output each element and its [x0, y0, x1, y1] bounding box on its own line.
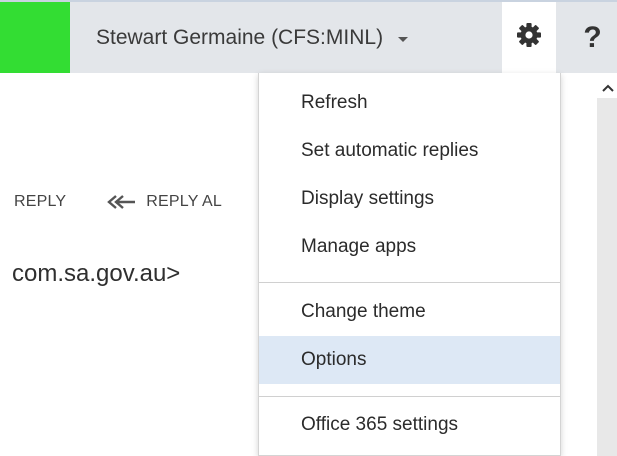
app-accent-block [0, 2, 70, 73]
menu-item-options[interactable]: Options [259, 336, 560, 384]
reply-actions-row: REPLY REPLY AL [14, 190, 222, 214]
scroll-up-arrow[interactable] [599, 78, 617, 98]
scrollbar-track[interactable] [597, 98, 617, 456]
menu-item-office-365-settings[interactable]: Office 365 settings [259, 401, 560, 449]
settings-dropdown-menu: Refresh Set automatic replies Display se… [258, 73, 561, 456]
gear-icon [515, 21, 543, 54]
top-header-bar: Stewart Germaine (CFS:MINL) ? [0, 2, 617, 73]
menu-item-manage-apps[interactable]: Manage apps [259, 223, 560, 271]
menu-item-refresh[interactable]: Refresh [259, 79, 560, 127]
reply-all-button[interactable]: REPLY AL [146, 193, 222, 211]
help-icon: ? [583, 20, 602, 54]
chevron-down-icon [397, 32, 409, 47]
user-name-label: Stewart Germaine (CFS:MINL) [96, 25, 384, 49]
help-button[interactable]: ? [568, 2, 617, 73]
menu-item-change-theme[interactable]: Change theme [259, 288, 560, 336]
menu-divider [259, 396, 560, 397]
menu-divider [259, 282, 560, 283]
reply-all-icon [106, 194, 136, 210]
menu-item-display-settings[interactable]: Display settings [259, 175, 560, 223]
user-account-button[interactable]: Stewart Germaine (CFS:MINL) [82, 2, 494, 73]
settings-gear-button[interactable] [502, 2, 556, 73]
sender-email-fragment: com.sa.gov.au> [12, 260, 181, 287]
menu-item-set-automatic-replies[interactable]: Set automatic replies [259, 127, 560, 175]
reply-button[interactable]: REPLY [14, 193, 66, 211]
